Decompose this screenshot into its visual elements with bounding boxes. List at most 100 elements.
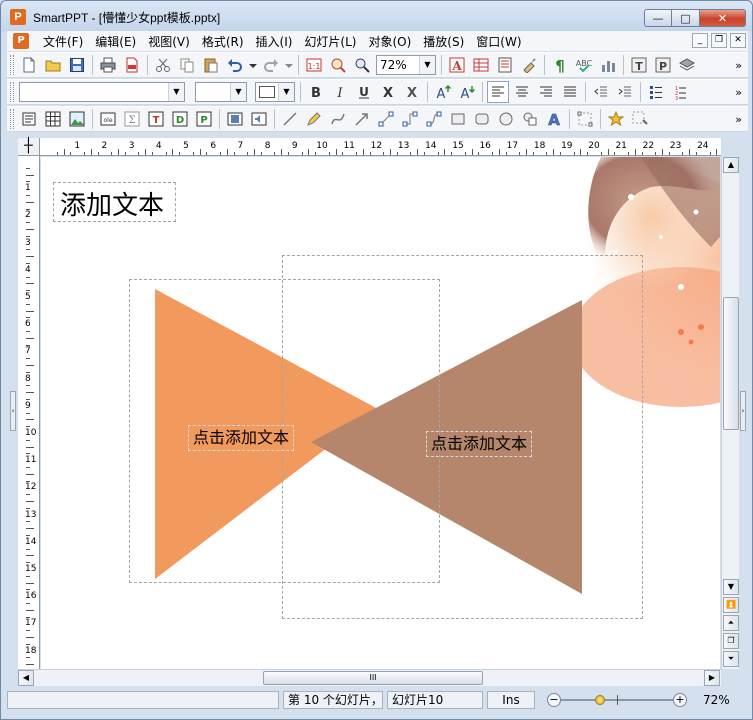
fontwork-button[interactable]: A	[543, 108, 565, 130]
underline-button[interactable]: U	[353, 81, 375, 103]
next-slide-button[interactable]: ⏷	[723, 651, 739, 667]
scroll-up-button[interactable]: ▲	[723, 157, 739, 173]
document-icon[interactable]: P	[13, 33, 29, 49]
curved-connector-button[interactable]	[423, 108, 445, 130]
zoom-tool-button[interactable]	[327, 54, 349, 76]
arrow-tool-button[interactable]	[351, 108, 373, 130]
text-frame-button[interactable]: T	[628, 54, 650, 76]
spell-check-button[interactable]: ABC	[573, 54, 595, 76]
scroll-left-button[interactable]: ◀	[18, 670, 34, 686]
menu-file[interactable]: 文件(F)	[37, 33, 89, 50]
save-button[interactable]	[66, 54, 88, 76]
justify-button[interactable]	[559, 81, 581, 103]
status-insert-mode[interactable]: Ins	[487, 691, 535, 709]
chevron-down-icon[interactable]: ▼	[419, 56, 435, 74]
maximize-button[interactable]: □	[672, 9, 700, 27]
right-text-placeholder[interactable]: 点击添加文本	[426, 431, 533, 457]
ellipse-tool-button[interactable]	[495, 108, 517, 130]
redo-button[interactable]	[260, 54, 282, 76]
redo-dropdown[interactable]	[284, 54, 294, 76]
menu-format[interactable]: 格式(R)	[196, 33, 250, 50]
scroll-down-button[interactable]: ▼	[723, 579, 739, 595]
left-text-placeholder[interactable]: 点击添加文本	[188, 425, 295, 451]
open-button[interactable]	[42, 54, 64, 76]
object-button[interactable]	[676, 54, 698, 76]
doc-minimize-button[interactable]: _	[692, 33, 708, 48]
title-placeholder[interactable]: 添加文本	[53, 182, 176, 222]
menu-window[interactable]: 窗口(W)	[470, 33, 527, 50]
format-painter-button[interactable]	[518, 54, 540, 76]
insert-sound-button[interactable]	[248, 108, 270, 130]
elbow-connector-button[interactable]	[399, 108, 421, 130]
slide-canvas[interactable]: 添加文本 点击添加文本 点击添加文本	[41, 157, 720, 669]
menu-object[interactable]: 对象(O)	[362, 33, 417, 50]
zoom-slider-knob[interactable]	[595, 695, 606, 705]
align-right-button[interactable]	[535, 81, 557, 103]
copy-button[interactable]	[176, 54, 198, 76]
insert-picture-button[interactable]	[66, 108, 88, 130]
paste-button[interactable]	[200, 54, 222, 76]
picture-frame-button[interactable]: P	[652, 54, 674, 76]
print-button[interactable]	[97, 54, 119, 76]
rounded-rect-tool-button[interactable]	[471, 108, 493, 130]
chart-button[interactable]	[597, 54, 619, 76]
toolbar-overflow-button[interactable]: »	[735, 113, 742, 126]
decrease-indent-button[interactable]	[590, 81, 612, 103]
doc-close-button[interactable]: ✕	[730, 33, 746, 48]
insert-frame-button[interactable]: D	[169, 108, 191, 130]
paragraph-marks-button[interactable]: ¶	[549, 54, 571, 76]
toolbar-overflow-button[interactable]: »	[735, 86, 742, 99]
cut-button[interactable]	[152, 54, 174, 76]
minimize-button[interactable]: —	[644, 9, 672, 27]
zoom-combo[interactable]: 72% ▼	[376, 55, 436, 75]
shapes-button[interactable]	[519, 108, 541, 130]
custom-animation-button[interactable]	[629, 108, 651, 130]
freehand-tool-button[interactable]	[303, 108, 325, 130]
menu-slide[interactable]: 幻灯片(L)	[298, 33, 362, 50]
close-button[interactable]: ✕	[700, 9, 746, 27]
chevron-down-icon[interactable]: ▼	[278, 83, 294, 101]
bold-button[interactable]: B	[305, 81, 327, 103]
status-zoom-level[interactable]: 72%	[703, 693, 730, 707]
group-button[interactable]	[574, 108, 596, 130]
previous-slide-button[interactable]: ⏶	[723, 615, 739, 631]
italic-button[interactable]: I	[329, 81, 351, 103]
align-center-button[interactable]	[511, 81, 533, 103]
clear-format-button[interactable]: X	[401, 81, 423, 103]
chevron-down-icon[interactable]: ▼	[230, 83, 246, 101]
slide-list-button[interactable]: ❐	[723, 633, 739, 649]
insert-textart-button[interactable]: T	[145, 108, 167, 130]
find-button[interactable]	[351, 54, 373, 76]
animation-button[interactable]	[605, 108, 627, 130]
line-tool-button[interactable]	[279, 108, 301, 130]
bullets-button[interactable]	[645, 81, 667, 103]
doc-restore-button[interactable]: ❐	[711, 33, 727, 48]
left-panel-handle[interactable]: ‹	[10, 391, 16, 431]
menu-insert[interactable]: 插入(I)	[250, 33, 299, 50]
insert-text-frame-button[interactable]	[18, 108, 40, 130]
insert-video-button[interactable]	[224, 108, 246, 130]
right-panel-handle[interactable]: ›	[740, 391, 746, 431]
text-color-button[interactable]: A	[446, 54, 468, 76]
toolbar-grip[interactable]	[10, 82, 14, 102]
menu-edit[interactable]: 编辑(E)	[89, 33, 142, 50]
actual-size-button[interactable]: 1:1	[303, 54, 325, 76]
menu-view[interactable]: 视图(V)	[142, 33, 196, 50]
vertical-scroll-thumb[interactable]	[723, 297, 739, 430]
insert-ole-button[interactable]: ole	[97, 108, 119, 130]
undo-dropdown[interactable]	[248, 54, 258, 76]
fill-style-combo[interactable]: ▼	[255, 82, 295, 102]
zoom-out-button[interactable]: −	[547, 693, 561, 707]
undo-button[interactable]	[224, 54, 246, 76]
connector-tool-button[interactable]	[375, 108, 397, 130]
font-shrink-button[interactable]: A	[456, 81, 478, 103]
list-button[interactable]	[494, 54, 516, 76]
toolbar-grip[interactable]	[10, 109, 14, 129]
new-button[interactable]	[18, 54, 40, 76]
insert-formula-button[interactable]: Σ	[121, 108, 143, 130]
increase-indent-button[interactable]	[614, 81, 636, 103]
strikethrough-button[interactable]: X	[377, 81, 399, 103]
zoom-slider[interactable]: − +	[547, 691, 687, 709]
curve-tool-button[interactable]	[327, 108, 349, 130]
font-grow-button[interactable]: A	[432, 81, 454, 103]
